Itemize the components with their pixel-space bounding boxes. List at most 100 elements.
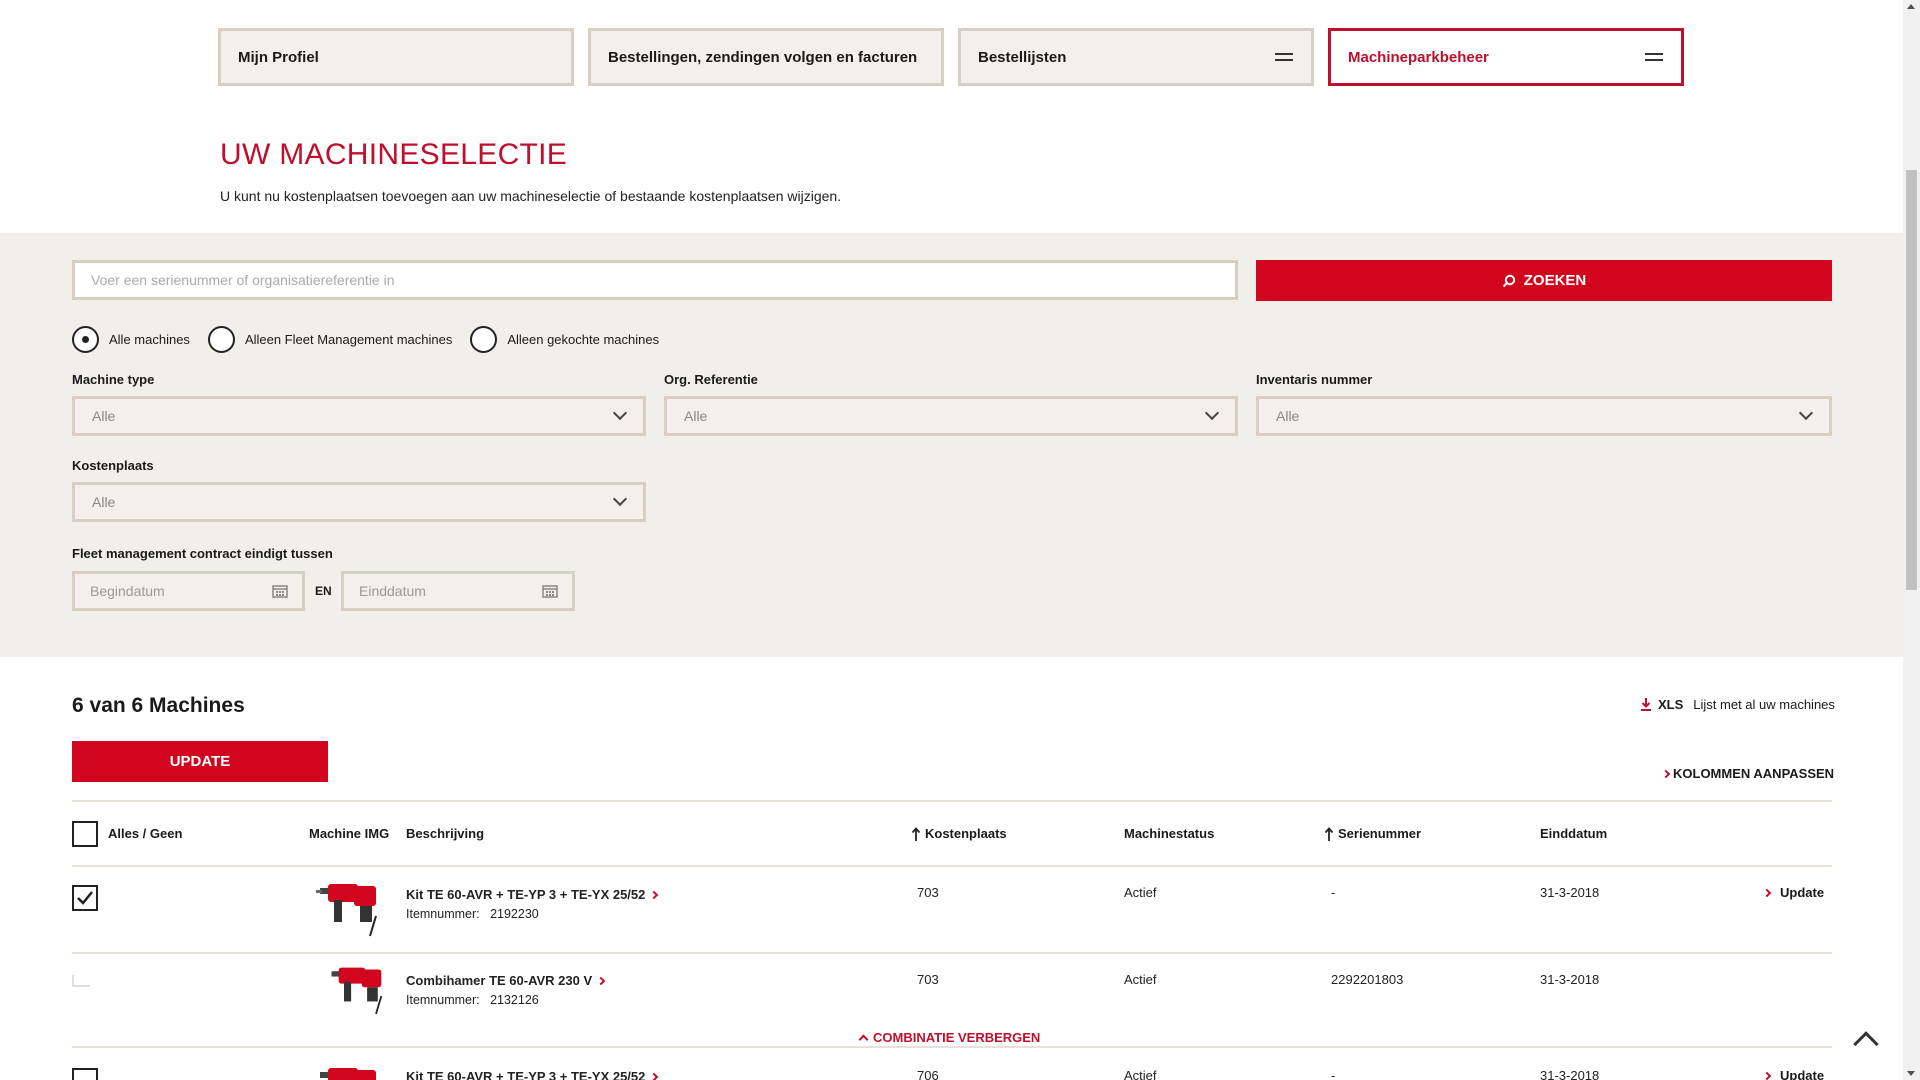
kostenplaats-label: Kostenplaats xyxy=(72,458,154,473)
select-value: Alle xyxy=(684,408,708,424)
tab-mijn-profiel[interactable]: Mijn Profiel xyxy=(218,28,574,86)
scrollbar[interactable] xyxy=(1903,0,1920,1080)
tab-label: Bestellijsten xyxy=(978,48,1067,66)
product-link[interactable]: Combihamer TE 60-AVR 230 V xyxy=(406,973,606,988)
tab-bestellijsten[interactable]: Bestellijsten xyxy=(958,28,1314,86)
radio-gekochte-machines[interactable]: Alleen gekochte machines xyxy=(470,326,659,353)
row-update-link[interactable]: Update xyxy=(1762,885,1824,900)
row-kostenplaats: 703 xyxy=(917,972,939,987)
product-link[interactable]: Kit TE 60-AVR + TE-YP 3 + TE-YX 25/52 xyxy=(406,1069,659,1080)
search-input[interactable] xyxy=(72,260,1238,300)
divider xyxy=(72,1046,1832,1048)
menu-icon xyxy=(1645,53,1663,61)
radio-alle-machines[interactable]: Alle machines xyxy=(72,326,190,353)
xls-description: Lijst met al uw machines xyxy=(1693,697,1835,712)
search-icon xyxy=(1502,274,1515,287)
machine-image xyxy=(316,884,377,937)
tab-machineparkbeheer[interactable]: Machineparkbeheer xyxy=(1328,28,1684,86)
chevron-right-icon xyxy=(1762,1071,1772,1080)
row-serial: - xyxy=(1331,1068,1336,1080)
select-all-checkbox[interactable] xyxy=(72,821,98,847)
tab-label: Machineparkbeheer xyxy=(1348,48,1489,66)
header-label: Serienummer xyxy=(1338,826,1422,841)
select-value: Alle xyxy=(1276,408,1300,424)
inventaris-select[interactable]: Alle xyxy=(1256,396,1832,436)
chevron-down-icon xyxy=(612,491,628,507)
calendar-icon xyxy=(272,585,288,598)
tab-label: Mijn Profiel xyxy=(238,48,319,66)
item-value: 2132126 xyxy=(490,993,539,1007)
select-value: Alle xyxy=(92,494,116,510)
row-checkbox[interactable] xyxy=(72,1068,98,1080)
org-ref-select[interactable]: Alle xyxy=(664,396,1238,436)
row-serial: - xyxy=(1331,885,1336,900)
item-value: 2192230 xyxy=(490,907,539,921)
checkmark-icon xyxy=(77,891,93,905)
product-link[interactable]: Kit TE 60-AVR + TE-YP 3 + TE-YX 25/52 xyxy=(406,887,659,902)
inventaris-label: Inventaris nummer xyxy=(1256,372,1373,387)
header-kostenplaats-sort[interactable]: Kostenplaats xyxy=(911,826,1007,841)
item-number: Itemnummer: 2192230 xyxy=(406,907,657,921)
update-button[interactable]: UPDATE xyxy=(72,741,328,782)
results-count: 6 van 6 Machines xyxy=(72,694,245,717)
item-label: Itemnummer: xyxy=(406,993,480,1007)
row-end-date: 31-3-2018 xyxy=(1540,885,1600,900)
org-ref-label: Org. Referentie xyxy=(664,372,758,387)
scrollbar-thumb[interactable] xyxy=(1906,170,1917,590)
item-label: Itemnummer: xyxy=(406,907,480,921)
machine-type-select[interactable]: Alle xyxy=(72,396,646,436)
row-serial: 2292201803 xyxy=(1331,972,1404,987)
row-update-label: Update xyxy=(1780,1068,1825,1080)
product-title: Combihamer TE 60-AVR 230 V xyxy=(406,973,593,988)
hide-combination-toggle[interactable]: COMBINATIE VERBERGEN xyxy=(858,1030,1041,1045)
header-description: Beschrijving xyxy=(406,826,485,841)
back-to-top-icon[interactable] xyxy=(1853,1031,1879,1057)
xls-export-link[interactable]: XLS Lijst met al uw machines xyxy=(1640,697,1835,712)
chevron-right-icon xyxy=(650,890,659,899)
end-date-field[interactable]: Einddatum xyxy=(341,571,575,611)
chevron-down-icon xyxy=(612,405,628,421)
scroll-up-icon[interactable] xyxy=(1907,4,1915,9)
menu-icon xyxy=(1275,53,1293,61)
item-number: Itemnummer: 2132126 xyxy=(406,993,604,1007)
machine-type-label: Machine type xyxy=(72,372,155,387)
header-select-all: Alles / Geen xyxy=(108,826,183,841)
filter-panel: ZOEKEN Alle machines Alleen Fleet Manage… xyxy=(0,233,1903,657)
product-title: Kit TE 60-AVR + TE-YP 3 + TE-YX 25/52 xyxy=(406,887,646,902)
date-placeholder: Begindatum xyxy=(90,583,165,599)
header-serienummer-sort[interactable]: Serienummer xyxy=(1324,826,1421,841)
chevron-down-icon xyxy=(1204,405,1220,421)
account-nav-tabs: Mijn Profiel Bestellingen, zendingen vol… xyxy=(218,28,1684,86)
row-status: Actief xyxy=(1124,972,1157,987)
header-einddatum: Einddatum xyxy=(1540,826,1608,841)
row-checkbox-checked[interactable] xyxy=(72,885,98,911)
header-machine-img: Machine IMG xyxy=(309,826,390,841)
scroll-down-icon[interactable] xyxy=(1907,1071,1915,1076)
kostenplaats-select[interactable]: Alle xyxy=(72,482,646,522)
machine-image xyxy=(331,967,383,1015)
tab-bestellingen[interactable]: Bestellingen, zendingen volgen en factur… xyxy=(588,28,944,86)
divider xyxy=(72,865,1832,867)
search-button[interactable]: ZOEKEN xyxy=(1256,260,1832,301)
row-update-link[interactable]: Update xyxy=(1762,1068,1825,1080)
xls-label: XLS xyxy=(1658,697,1684,712)
columns-customize-link[interactable]: KOLOMMEN AANPASSEN xyxy=(1661,766,1834,781)
radio-label: Alleen gekochte machines xyxy=(507,332,660,347)
tab-label: Bestellingen, zendingen volgen en factur… xyxy=(608,48,918,66)
radio-unselected-icon xyxy=(470,326,498,353)
search-button-label: ZOEKEN xyxy=(1523,272,1587,289)
combination-label: COMBINATIE VERBERGEN xyxy=(873,1030,1041,1045)
download-icon xyxy=(1641,698,1651,711)
begin-date-field[interactable]: Begindatum xyxy=(72,571,305,611)
header-label: Kostenplaats xyxy=(925,826,1007,841)
machine-image xyxy=(320,1068,376,1080)
row-status: Actief xyxy=(1124,1068,1157,1080)
radio-fleet-management[interactable]: Alleen Fleet Management machines xyxy=(207,326,453,353)
sort-arrow-up-icon xyxy=(1324,826,1334,841)
header-machinestatus: Machinestatus xyxy=(1124,826,1215,841)
date-range-separator: EN xyxy=(315,584,332,598)
calendar-icon xyxy=(542,585,558,598)
radio-label: Alleen Fleet Management machines xyxy=(244,332,453,347)
row-kostenplaats: 703 xyxy=(917,885,939,900)
row-end-date: 31-3-2018 xyxy=(1540,1068,1600,1080)
